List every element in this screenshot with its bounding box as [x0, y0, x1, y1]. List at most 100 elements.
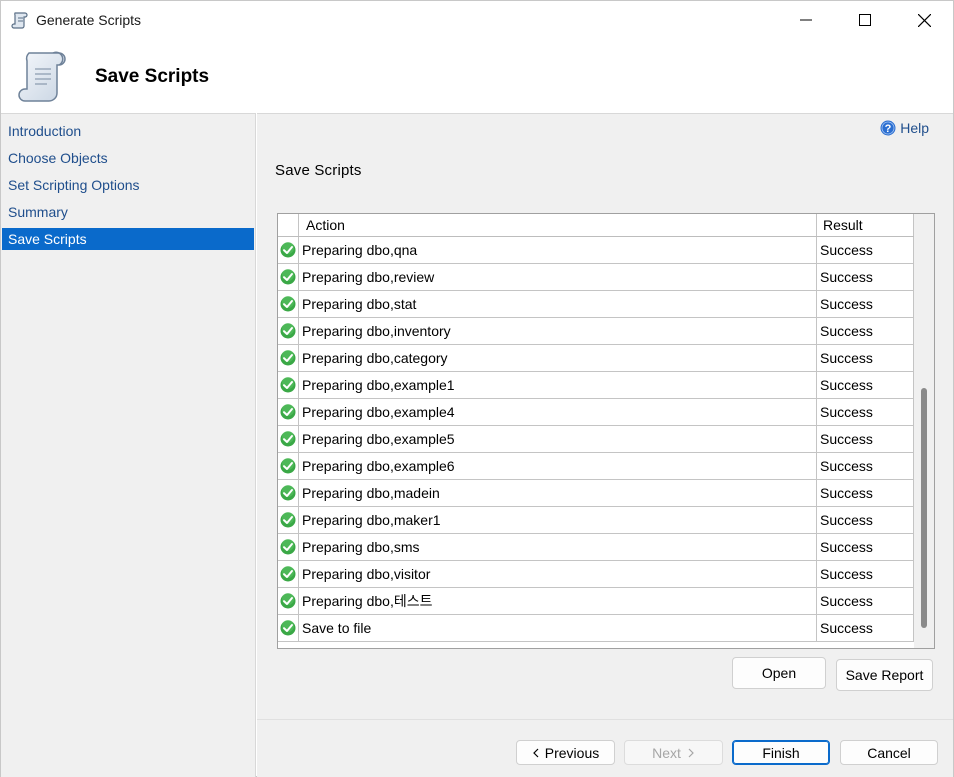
- row-action: Preparing dbo,테스트: [299, 588, 817, 614]
- row-status-cell: [278, 615, 299, 641]
- row-status-cell: [278, 480, 299, 506]
- success-check-icon: [280, 593, 296, 609]
- table-row[interactable]: Preparing dbo,qna Success: [278, 237, 914, 264]
- table-row[interactable]: Preparing dbo,sms Success: [278, 534, 914, 561]
- success-check-icon: [280, 404, 296, 420]
- row-result: Success: [817, 561, 914, 587]
- row-status-cell: [278, 345, 299, 371]
- help-icon: ?: [880, 120, 896, 136]
- minimize-button[interactable]: [777, 1, 835, 39]
- table-row[interactable]: Preparing dbo,테스트 Success: [278, 588, 914, 615]
- nav-item-introduction[interactable]: Introduction: [2, 120, 254, 142]
- nav-item-set-scripting-options[interactable]: Set Scripting Options: [2, 174, 254, 196]
- row-result: Success: [817, 399, 914, 425]
- table-row[interactable]: Save to file Success: [278, 615, 914, 642]
- row-result: Success: [817, 318, 914, 344]
- generate-scripts-window: Generate Scripts Save Scripts Introducti…: [0, 0, 954, 777]
- table-row[interactable]: Preparing dbo,example6 Success: [278, 453, 914, 480]
- row-action: Preparing dbo,stat: [299, 291, 817, 317]
- script-scroll-icon: [18, 51, 66, 102]
- row-status-cell: [278, 399, 299, 425]
- row-result: Success: [817, 426, 914, 452]
- row-status-cell: [278, 561, 299, 587]
- section-title: Save Scripts: [275, 162, 362, 179]
- next-button[interactable]: Next: [624, 740, 723, 765]
- row-action: Preparing dbo,madein: [299, 480, 817, 506]
- success-check-icon: [280, 431, 296, 447]
- row-action: Preparing dbo,maker1: [299, 507, 817, 533]
- nav-item-save-scripts[interactable]: Save Scripts: [2, 228, 254, 250]
- help-link[interactable]: ? Help: [880, 120, 929, 136]
- finish-button[interactable]: Finish: [732, 740, 830, 765]
- row-result: Success: [817, 480, 914, 506]
- success-check-icon: [280, 458, 296, 474]
- save-report-button[interactable]: Save Report: [836, 659, 933, 691]
- grid-scrollbar[interactable]: [914, 214, 934, 648]
- close-button[interactable]: [895, 1, 953, 39]
- cancel-button[interactable]: Cancel: [840, 740, 938, 765]
- table-row[interactable]: Preparing dbo,category Success: [278, 345, 914, 372]
- success-check-icon: [280, 377, 296, 393]
- row-result: Success: [817, 453, 914, 479]
- row-result: Success: [817, 264, 914, 290]
- script-app-icon: [11, 12, 28, 29]
- row-action: Preparing dbo,qna: [299, 237, 817, 263]
- chevron-right-icon: [688, 748, 694, 757]
- row-status-cell: [278, 534, 299, 560]
- row-result: Success: [817, 237, 914, 263]
- success-check-icon: [280, 350, 296, 366]
- row-status-cell: [278, 588, 299, 614]
- wizard-header: Save Scripts: [1, 39, 953, 113]
- table-row[interactable]: Preparing dbo,review Success: [278, 264, 914, 291]
- main-panel: ? Help Save Scripts Action Result Prepar…: [257, 113, 953, 719]
- row-result: Success: [817, 615, 914, 641]
- success-check-icon: [280, 512, 296, 528]
- grid-header-icon-cell: [278, 214, 299, 236]
- table-row[interactable]: Preparing dbo,inventory Success: [278, 318, 914, 345]
- table-row[interactable]: Preparing dbo,example5 Success: [278, 426, 914, 453]
- table-row[interactable]: Preparing dbo,madein Success: [278, 480, 914, 507]
- success-check-icon: [280, 242, 296, 258]
- grid-header-row: Action Result: [278, 214, 914, 237]
- help-label: Help: [900, 120, 929, 136]
- results-grid-body: Action Result Preparing dbo,qna Success Pr…: [278, 214, 914, 648]
- grid-header-action[interactable]: Action: [299, 214, 817, 236]
- results-grid: Action Result Preparing dbo,qna Success Pr…: [277, 213, 935, 649]
- svg-text:?: ?: [885, 123, 892, 135]
- maximize-button[interactable]: [836, 1, 894, 39]
- row-action: Preparing dbo,example1: [299, 372, 817, 398]
- maximize-icon: [859, 14, 871, 26]
- next-label: Next: [652, 744, 681, 761]
- page-heading: Save Scripts: [95, 66, 210, 87]
- success-check-icon: [280, 323, 296, 339]
- previous-button[interactable]: Previous: [516, 740, 615, 765]
- row-action: Preparing dbo,example4: [299, 399, 817, 425]
- row-status-cell: [278, 372, 299, 398]
- nav-item-summary[interactable]: Summary: [2, 201, 254, 223]
- row-action: Preparing dbo,inventory: [299, 318, 817, 344]
- grid-scroll-thumb[interactable]: [921, 388, 927, 628]
- table-row[interactable]: Preparing dbo,example4 Success: [278, 399, 914, 426]
- close-icon: [917, 13, 931, 27]
- chevron-left-icon: [532, 748, 539, 757]
- table-row[interactable]: Preparing dbo,stat Success: [278, 291, 914, 318]
- row-result: Success: [817, 345, 914, 371]
- table-row[interactable]: Preparing dbo,visitor Success: [278, 561, 914, 588]
- row-status-cell: [278, 318, 299, 344]
- grid-header-result[interactable]: Result: [817, 214, 914, 236]
- row-result: Success: [817, 588, 914, 614]
- nav-item-choose-objects[interactable]: Choose Objects: [2, 147, 254, 169]
- row-action: Preparing dbo,review: [299, 264, 817, 290]
- success-check-icon: [280, 296, 296, 312]
- row-status-cell: [278, 264, 299, 290]
- success-check-icon: [280, 485, 296, 501]
- previous-label: Previous: [544, 744, 600, 761]
- row-action: Preparing dbo,category: [299, 345, 817, 371]
- row-status-cell: [278, 291, 299, 317]
- row-result: Success: [817, 534, 914, 560]
- open-button[interactable]: Open: [732, 657, 826, 689]
- wizard-nav: Introduction Choose Objects Set Scriptin…: [1, 113, 256, 777]
- table-row[interactable]: Preparing dbo,maker1 Success: [278, 507, 914, 534]
- window-title: Generate Scripts: [36, 12, 142, 28]
- table-row[interactable]: Preparing dbo,example1 Success: [278, 372, 914, 399]
